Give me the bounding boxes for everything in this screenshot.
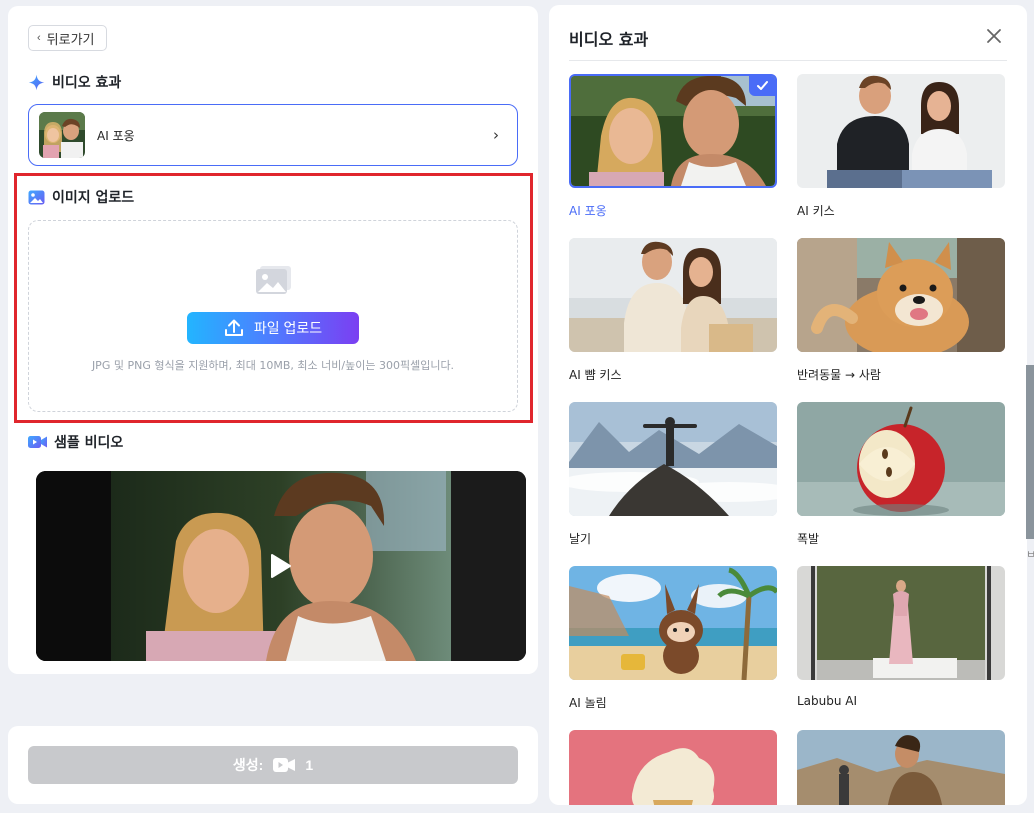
- check-icon: [757, 81, 768, 90]
- upload-icon: [224, 319, 243, 336]
- effects-grid: AI 포옹 AI 키스 AI 뺨 키스 반려동물 → 사람 날기 폭발 AI 놀…: [549, 5, 1027, 805]
- effect-thumbnail: [569, 730, 777, 805]
- sample-section-label: 샘플 비디오: [54, 435, 124, 451]
- file-upload-label: 파일 업로드: [253, 320, 323, 336]
- effect-name: Labubu AI: [797, 694, 858, 708]
- effect-name: 날기: [569, 532, 592, 546]
- effect-name: 반려동물 → 사람: [797, 368, 881, 382]
- back-button[interactable]: ‹ 뒤로가기: [28, 25, 107, 51]
- effect-thumbnail: [39, 112, 85, 158]
- effect-name: 폭발: [797, 532, 820, 546]
- effect-tile-labubu-ai[interactable]: Labubu AI: [797, 566, 1005, 708]
- effects-panel: 비디오 효과 AI 포옹 AI 키스 AI 뺨 키스 반려동물 → 사람 날기 …: [549, 5, 1027, 805]
- effect-thumbnail: [797, 74, 1005, 188]
- effect-tile-ice-cream[interactable]: [569, 730, 777, 805]
- effect-thumbnail: [797, 402, 1005, 516]
- sample-section-title: 샘플 비디오: [28, 432, 123, 452]
- background-letter: ㅂ: [1026, 548, 1034, 561]
- effect-name: AI 포옹: [569, 204, 607, 218]
- generate-button[interactable]: 생성: 1: [28, 746, 518, 784]
- upload-hint: JPG 및 PNG 형식을 지원하며, 최대 10MB, 최소 너비/높이는 3…: [91, 359, 455, 372]
- generate-bar: 생성: 1: [8, 726, 538, 804]
- effect-tile-fly[interactable]: 날기: [569, 402, 777, 547]
- effect-section-title: 비디오 효과: [28, 72, 121, 92]
- effect-tile-landscape[interactable]: [797, 730, 1005, 805]
- selected-effect-label: AI 포옹: [97, 128, 135, 143]
- effect-thumbnail: [569, 74, 777, 188]
- chevron-left-icon: ‹: [37, 32, 41, 44]
- image-dropzone[interactable]: 파일 업로드 JPG 및 PNG 형식을 지원하며, 최대 10MB, 최소 너…: [28, 220, 518, 412]
- video-camera-icon: [28, 436, 47, 448]
- selected-check-badge: [749, 76, 775, 96]
- effect-thumbnail: [797, 730, 1005, 805]
- effect-tile-ai-kiss[interactable]: AI 키스: [797, 74, 1005, 219]
- effect-thumbnail: [569, 238, 777, 352]
- effect-thumbnail: [569, 566, 777, 680]
- file-upload-button[interactable]: 파일 업로드: [187, 312, 359, 344]
- effect-name: AI 놀림: [569, 696, 607, 710]
- generate-count: 1: [305, 757, 314, 773]
- effect-section-label: 비디오 효과: [52, 75, 122, 91]
- image-placeholder-icon: [256, 266, 291, 294]
- generate-label: 생성:: [232, 757, 264, 773]
- effect-thumbnail: [569, 402, 777, 516]
- back-label: 뒤로가기: [46, 31, 95, 47]
- effect-tile-pet-to-human[interactable]: 반려동물 → 사람: [797, 238, 1005, 383]
- effect-thumbnail: [797, 238, 1005, 352]
- effect-tile-ai-cheek-kiss[interactable]: AI 뺨 키스: [569, 238, 777, 383]
- background-sliver: [1026, 365, 1034, 539]
- sparkle-icon: [28, 74, 45, 90]
- effect-tile-ai-tease[interactable]: AI 놀림: [569, 566, 777, 711]
- effect-name: AI 키스: [797, 204, 835, 218]
- play-icon[interactable]: [270, 553, 292, 579]
- sample-video-player[interactable]: [36, 471, 526, 661]
- effect-name: AI 뺨 키스: [569, 368, 622, 382]
- effect-selector[interactable]: AI 포옹 ›: [28, 104, 518, 166]
- effect-tile-explode[interactable]: 폭발: [797, 402, 1005, 547]
- effect-tile-ai-hug[interactable]: AI 포옹: [569, 74, 777, 219]
- chevron-right-icon: ›: [493, 126, 499, 144]
- video-camera-icon: [273, 758, 296, 772]
- effect-thumbnail: [797, 566, 1005, 680]
